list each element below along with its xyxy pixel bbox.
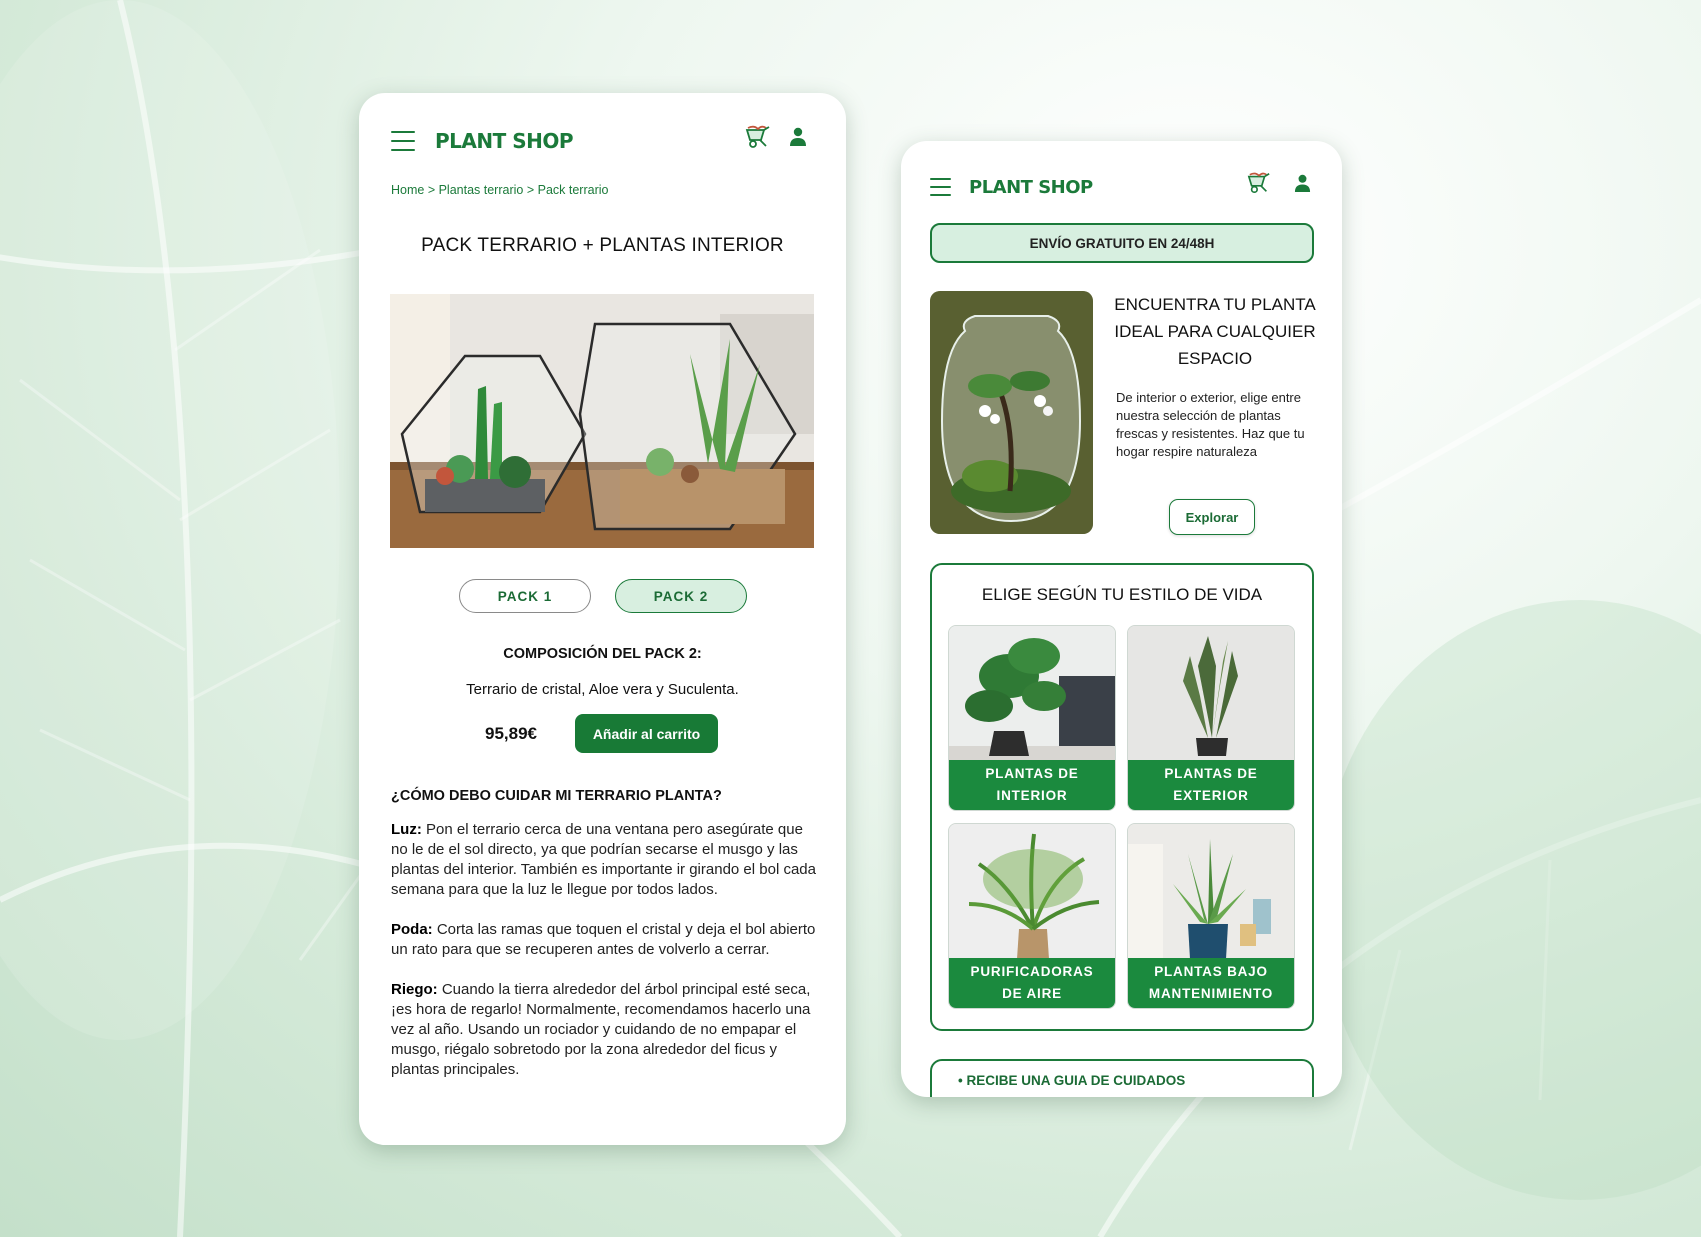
care-light: Luz: Pon el terrario cerca de una ventan… bbox=[391, 821, 816, 898]
composition-title: COMPOSICIÓN DEL PACK 2: bbox=[503, 646, 702, 662]
pack-1-button[interactable]: PACK 1 bbox=[459, 579, 591, 613]
pack-2-button[interactable]: PACK 2 bbox=[615, 579, 747, 613]
wheelbarrow-cart-icon[interactable] bbox=[1246, 171, 1272, 199]
care-title: ¿CÓMO DEBO CUIDAR MI TERRARIO PLANTA? bbox=[391, 788, 722, 804]
shipping-banner: ENVÍO GRATUITO EN 24/48H bbox=[930, 223, 1314, 263]
breadcrumb-home[interactable]: Home bbox=[391, 183, 424, 197]
breadcrumb-current[interactable]: Pack terrario bbox=[538, 183, 609, 197]
care-pruning: Poda: Corta las ramas que toquen el cris… bbox=[391, 921, 816, 958]
hero-title: ENCUENTRA TU PLANTA IDEAL PARA CUALQUIER… bbox=[1114, 295, 1316, 368]
logo[interactable]: PLANT SHOP bbox=[969, 177, 1093, 198]
breadcrumb: Home > Plantas terrario > Pack terrario bbox=[391, 183, 608, 197]
hamburger-icon[interactable] bbox=[391, 131, 415, 151]
price: 95,89€ bbox=[485, 724, 537, 743]
lifestyle-section: ELIGE SEGÚN TU ESTILO DE VIDA PLANTAS DE… bbox=[930, 563, 1314, 1031]
category-label: PLANTAS BAJO MANTENIMIENTO bbox=[1128, 958, 1294, 1008]
product-image bbox=[390, 294, 814, 548]
breadcrumb-category[interactable]: Plantas terrario bbox=[439, 183, 524, 197]
add-to-cart-button[interactable]: Añadir al carrito bbox=[575, 714, 718, 753]
category-label: PURIFICADORAS DE AIRE bbox=[949, 958, 1115, 1008]
care-watering: Riego: Cuando la tierra alrededor del ár… bbox=[391, 981, 811, 1078]
hero-image bbox=[930, 291, 1093, 534]
explore-button[interactable]: Explorar bbox=[1169, 499, 1255, 535]
product-title: PACK TERRARIO + PLANTAS INTERIOR bbox=[421, 235, 784, 256]
hamburger-icon[interactable] bbox=[930, 178, 951, 196]
category-outdoor-plants[interactable]: PLANTAS DE EXTERIOR bbox=[1127, 625, 1295, 811]
user-icon[interactable] bbox=[789, 127, 807, 151]
logo[interactable]: PLANT SHOP bbox=[435, 129, 574, 153]
user-icon[interactable] bbox=[1294, 174, 1311, 197]
category-label: PLANTAS DE EXTERIOR bbox=[1128, 760, 1294, 810]
category-label: PLANTAS DE INTERIOR bbox=[949, 760, 1115, 810]
lifestyle-title: ELIGE SEGÚN TU ESTILO DE VIDA bbox=[981, 585, 1263, 604]
composition-text: Terrario de cristal, Aloe vera y Suculen… bbox=[466, 681, 739, 698]
category-indoor-plants[interactable]: PLANTAS DE INTERIOR bbox=[948, 625, 1116, 811]
care-guide-text: • RECIBE UNA GUIA DE CUIDADOS bbox=[958, 1073, 1186, 1088]
category-air-purifying[interactable]: PURIFICADORAS DE AIRE bbox=[948, 823, 1116, 1009]
hero-text: De interior o exterior, elige entre nues… bbox=[1116, 390, 1305, 459]
home-screen: PLANT SHOP ENVÍO GRATUITO EN 24/48H ENCU… bbox=[901, 141, 1342, 1097]
breadcrumb-separator: > bbox=[523, 183, 538, 197]
background-leaves bbox=[0, 0, 1701, 1237]
care-guide-banner[interactable]: • RECIBE UNA GUIA DE CUIDADOS bbox=[930, 1059, 1314, 1097]
care-instructions: Luz: Pon el terrario cerca de una ventan… bbox=[391, 820, 819, 1100]
category-low-maintenance[interactable]: PLANTAS BAJO MANTENIMIENTO bbox=[1127, 823, 1295, 1009]
wheelbarrow-cart-icon[interactable] bbox=[744, 124, 772, 154]
breadcrumb-separator: > bbox=[424, 183, 439, 197]
product-screen: PLANT SHOP Home > Plantas terrario > Pac… bbox=[359, 93, 846, 1145]
